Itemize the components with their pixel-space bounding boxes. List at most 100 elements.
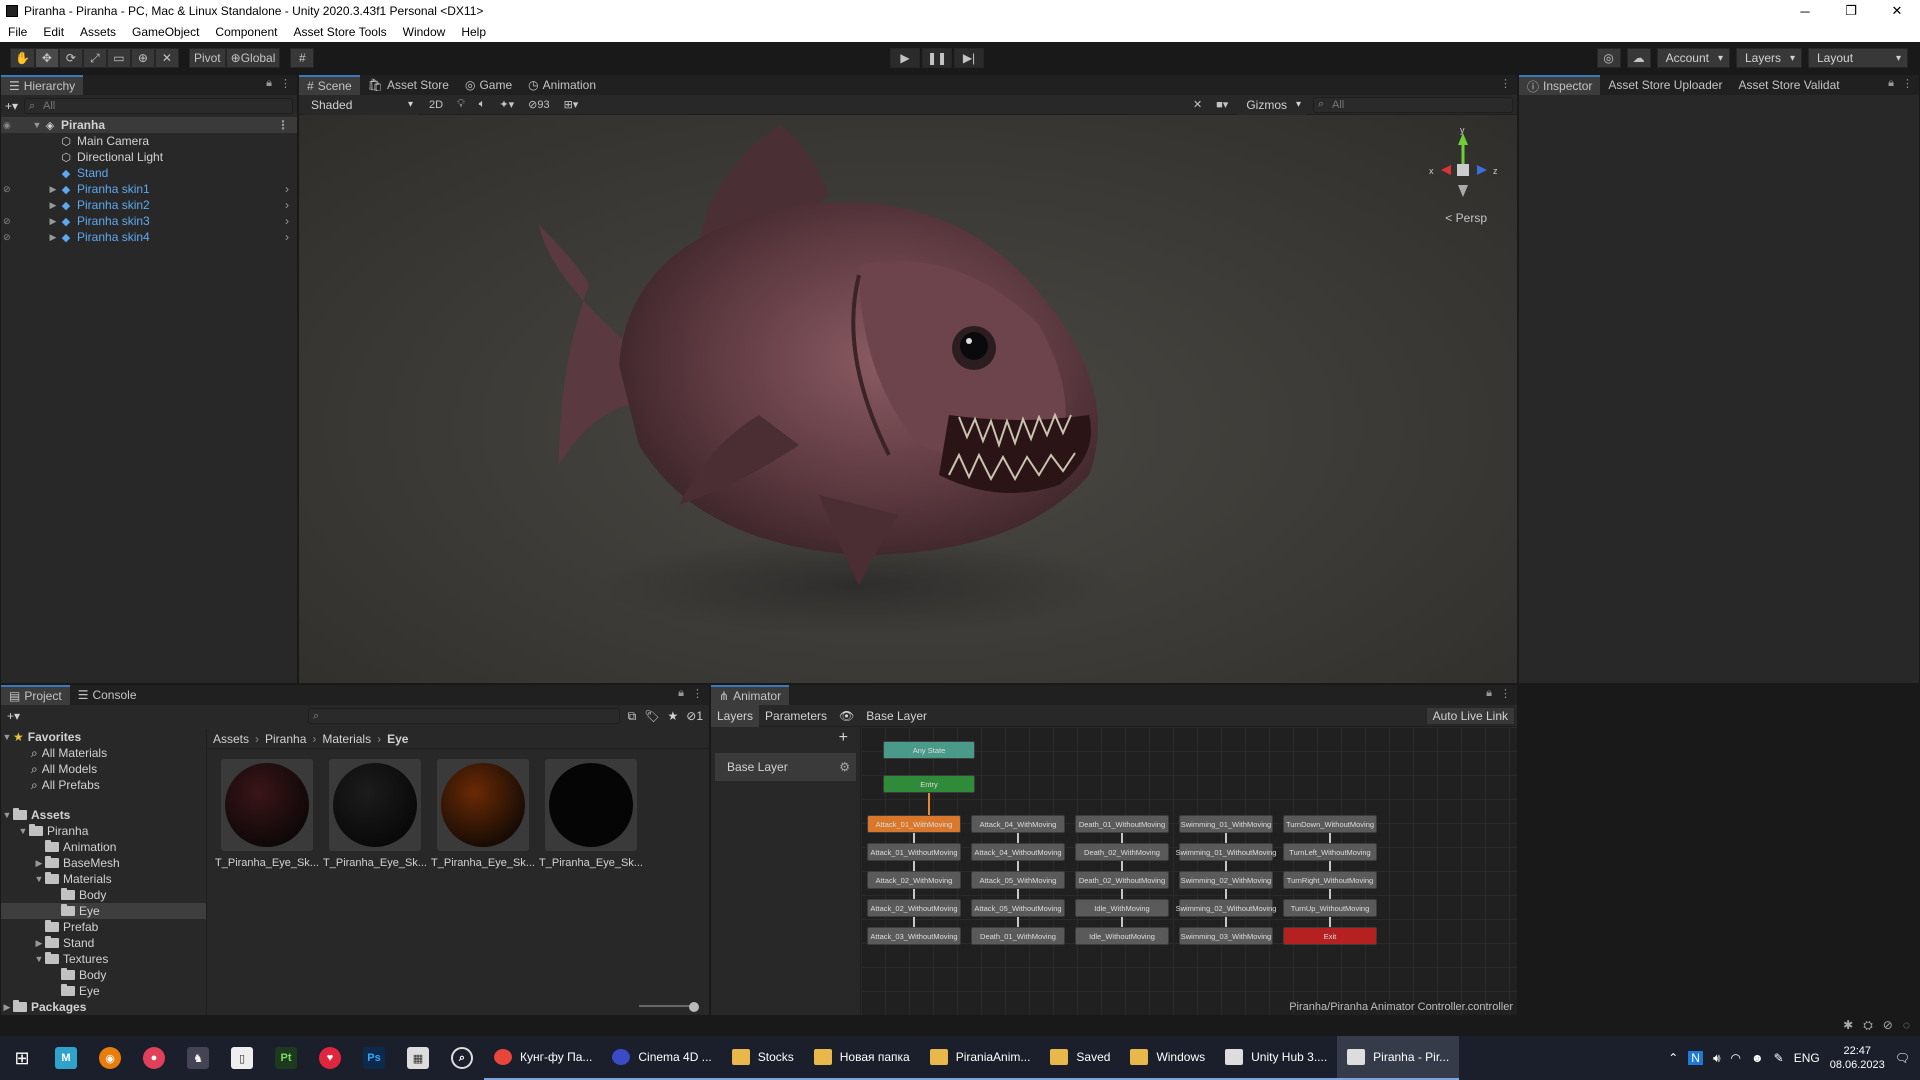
taskbar-app[interactable]: Кунг-фу Па... (484, 1036, 603, 1080)
taskbar-pin[interactable]: ◉ (88, 1036, 132, 1080)
perspective-label[interactable]: < Persp (1445, 211, 1487, 225)
hierarchy-item[interactable]: ⊘ ▶ ◆ Piranha skin4 › (1, 229, 297, 245)
tab-game[interactable]: ◎ Game (457, 75, 520, 95)
layer-item[interactable]: Base Layer ⚙ (715, 753, 856, 781)
menu-assets[interactable]: Assets (72, 25, 124, 39)
hand-tool-icon[interactable]: ✋ (10, 48, 35, 68)
favorite-item[interactable]: ⌕ All Models (1, 761, 206, 777)
tab-hierarchy[interactable]: ☰ Hierarchy (1, 75, 84, 95)
auto-generate-lighting-icon[interactable]: ⊘ (1883, 1018, 1893, 1033)
taskbar-app[interactable]: PiraniaAnim... (919, 1036, 1041, 1080)
folder-textures-body[interactable]: Body (1, 967, 206, 983)
search-by-type-icon[interactable]: ⧉ (628, 709, 637, 724)
scene-viewport[interactable]: y x z < Persp (299, 115, 1517, 683)
expand-arrow-icon[interactable]: ▶ (47, 200, 59, 211)
state-node[interactable]: TurnDown_WithoutMoving (1283, 815, 1377, 833)
collab-icon[interactable]: ◎ (1596, 48, 1621, 68)
visibility-icon[interactable]: ◉ (3, 120, 15, 131)
tab-asset-store-validator[interactable]: Asset Store Validat (1730, 75, 1847, 95)
account-dropdown[interactable]: Account (1656, 48, 1730, 68)
chevron-right-icon[interactable]: › (285, 230, 289, 244)
shading-mode-dropdown[interactable]: Shaded (303, 94, 419, 115)
state-node[interactable]: Attack_05_WithoutMoving (971, 899, 1065, 917)
panel-menu-icon[interactable]: ⋮ (1902, 77, 1913, 90)
taskbar-pin[interactable]: ▦ (396, 1036, 440, 1080)
folder-stand[interactable]: ▶ Stand (1, 935, 206, 951)
state-node[interactable]: Attack_01_WithoutMoving (867, 843, 961, 861)
taskbar-pin[interactable]: ▯ (220, 1036, 264, 1080)
menu-edit[interactable]: Edit (35, 25, 72, 39)
project-search-input[interactable] (308, 708, 620, 724)
restore-button[interactable]: ❐ (1828, 0, 1874, 22)
scene-menu-icon[interactable]: ⋮ (277, 118, 289, 132)
material-asset[interactable]: T_Piranha_Eye_Sk... (539, 759, 643, 869)
lock-icon[interactable]: 🔒︎ (1486, 687, 1492, 700)
pause-icon[interactable]: ❚❚ (922, 48, 952, 68)
lock-icon[interactable]: 🔒︎ (1888, 77, 1894, 90)
lock-icon[interactable]: 🔒︎ (266, 77, 272, 90)
tab-asset-store[interactable]: 🛍︎ Asset Store (360, 75, 457, 95)
taskbar-pin[interactable]: ⌕ (440, 1036, 484, 1080)
taskbar-app-active[interactable]: Piranha - Pir... (1337, 1036, 1460, 1080)
gear-icon[interactable]: ⚙ (839, 760, 850, 774)
tab-inspector[interactable]: ⓘ Inspector (1519, 75, 1601, 95)
hidden-packages-icon[interactable]: ⊘1 (686, 709, 703, 723)
gizmos-dropdown[interactable]: Gizmos (1238, 94, 1307, 115)
state-node[interactable]: Death_01_WithoutMoving (1075, 815, 1169, 833)
hierarchy-item[interactable]: ◆ Stand (1, 165, 297, 181)
state-node[interactable]: Attack_04_WithoutMoving (971, 843, 1065, 861)
exit-node[interactable]: Exit (1283, 927, 1377, 945)
pen-icon[interactable]: ✎ (1774, 1051, 1784, 1065)
layers-toggle[interactable]: Layers (711, 704, 760, 727)
hierarchy-item[interactable]: ⬡ Directional Light (1, 149, 297, 165)
folder-materials[interactable]: ▼ Materials (1, 871, 206, 887)
hierarchy-item[interactable]: ▶ ◆ Piranha skin2 › (1, 197, 297, 213)
tray-n-icon[interactable]: N (1688, 1051, 1703, 1065)
toggle-2d-button[interactable]: 2D (425, 97, 447, 113)
animator-state-graph[interactable]: Any State Entry Attack_01_WithMoving Atta… (861, 727, 1517, 1015)
folder-textures[interactable]: ▼ Textures (1, 951, 206, 967)
menu-help[interactable]: Help (453, 25, 494, 39)
expand-arrow-icon[interactable]: ▶ (47, 216, 59, 227)
state-node[interactable]: Attack_05_WithMoving (971, 871, 1065, 889)
transform-tool-icon[interactable]: ⊕ (130, 48, 155, 68)
menu-window[interactable]: Window (395, 25, 454, 39)
breadcrumb-item[interactable]: Assets (213, 732, 249, 746)
language-indicator[interactable]: ENG (1794, 1051, 1820, 1065)
state-node[interactable]: Swimming_02_WithMoving (1179, 871, 1273, 889)
state-node[interactable]: Swimming_03_WithMoving (1179, 927, 1273, 945)
minimize-button[interactable]: ─ (1782, 0, 1828, 22)
add-layer-icon[interactable]: + (839, 729, 848, 747)
hierarchy-item[interactable]: ⬡ Main Camera (1, 133, 297, 149)
expand-arrow-icon[interactable]: ▼ (31, 120, 43, 130)
collab-status-icon[interactable]: ⛭ (1863, 1018, 1873, 1033)
state-node[interactable]: Attack_01_WithMoving (867, 815, 961, 833)
layout-dropdown[interactable]: Layout (1808, 48, 1908, 68)
taskbar-pin[interactable]: Ps (352, 1036, 396, 1080)
tools-icon[interactable]: ✕ (1189, 97, 1206, 113)
tab-animation[interactable]: ◷ Animation (520, 75, 604, 95)
taskbar-pin[interactable]: ● (132, 1036, 176, 1080)
state-node[interactable]: Idle_WithMoving (1075, 899, 1169, 917)
scene-search-input[interactable]: All (1313, 96, 1513, 113)
expand-arrow-icon[interactable]: ▼ (1, 732, 13, 742)
favorites-row[interactable]: ▼ ★ Favorites (1, 729, 206, 745)
panel-menu-icon[interactable]: ⋮ (692, 687, 703, 700)
expand-arrow-icon[interactable]: ▼ (33, 874, 45, 884)
hierarchy-search-input[interactable]: All (24, 98, 293, 114)
state-node[interactable]: Attack_04_WithMoving (971, 815, 1065, 833)
chevron-up-icon[interactable]: ⌃ (1668, 1051, 1678, 1065)
volume-icon[interactable]: 🔊︎ (1713, 1051, 1721, 1066)
grid-icon[interactable]: ⊞▾ (560, 97, 583, 113)
breadcrumb-item[interactable]: Eye (387, 732, 408, 746)
entry-node[interactable]: Entry (883, 775, 975, 793)
custom-tool-icon[interactable]: ✕ (154, 48, 179, 68)
tab-asset-store-uploader[interactable]: Asset Store Uploader (1600, 75, 1730, 95)
material-asset[interactable]: T_Piranha_Eye_Sk... (431, 759, 535, 869)
menu-component[interactable]: Component (207, 25, 285, 39)
expand-arrow-icon[interactable]: ▶ (33, 938, 45, 949)
tab-console[interactable]: ☰ Console (70, 685, 145, 705)
state-node[interactable]: Idle_WithoutMoving (1075, 927, 1169, 945)
taskbar-app[interactable]: Unity Hub 3.... (1215, 1036, 1338, 1080)
chevron-right-icon[interactable]: › (285, 182, 289, 196)
